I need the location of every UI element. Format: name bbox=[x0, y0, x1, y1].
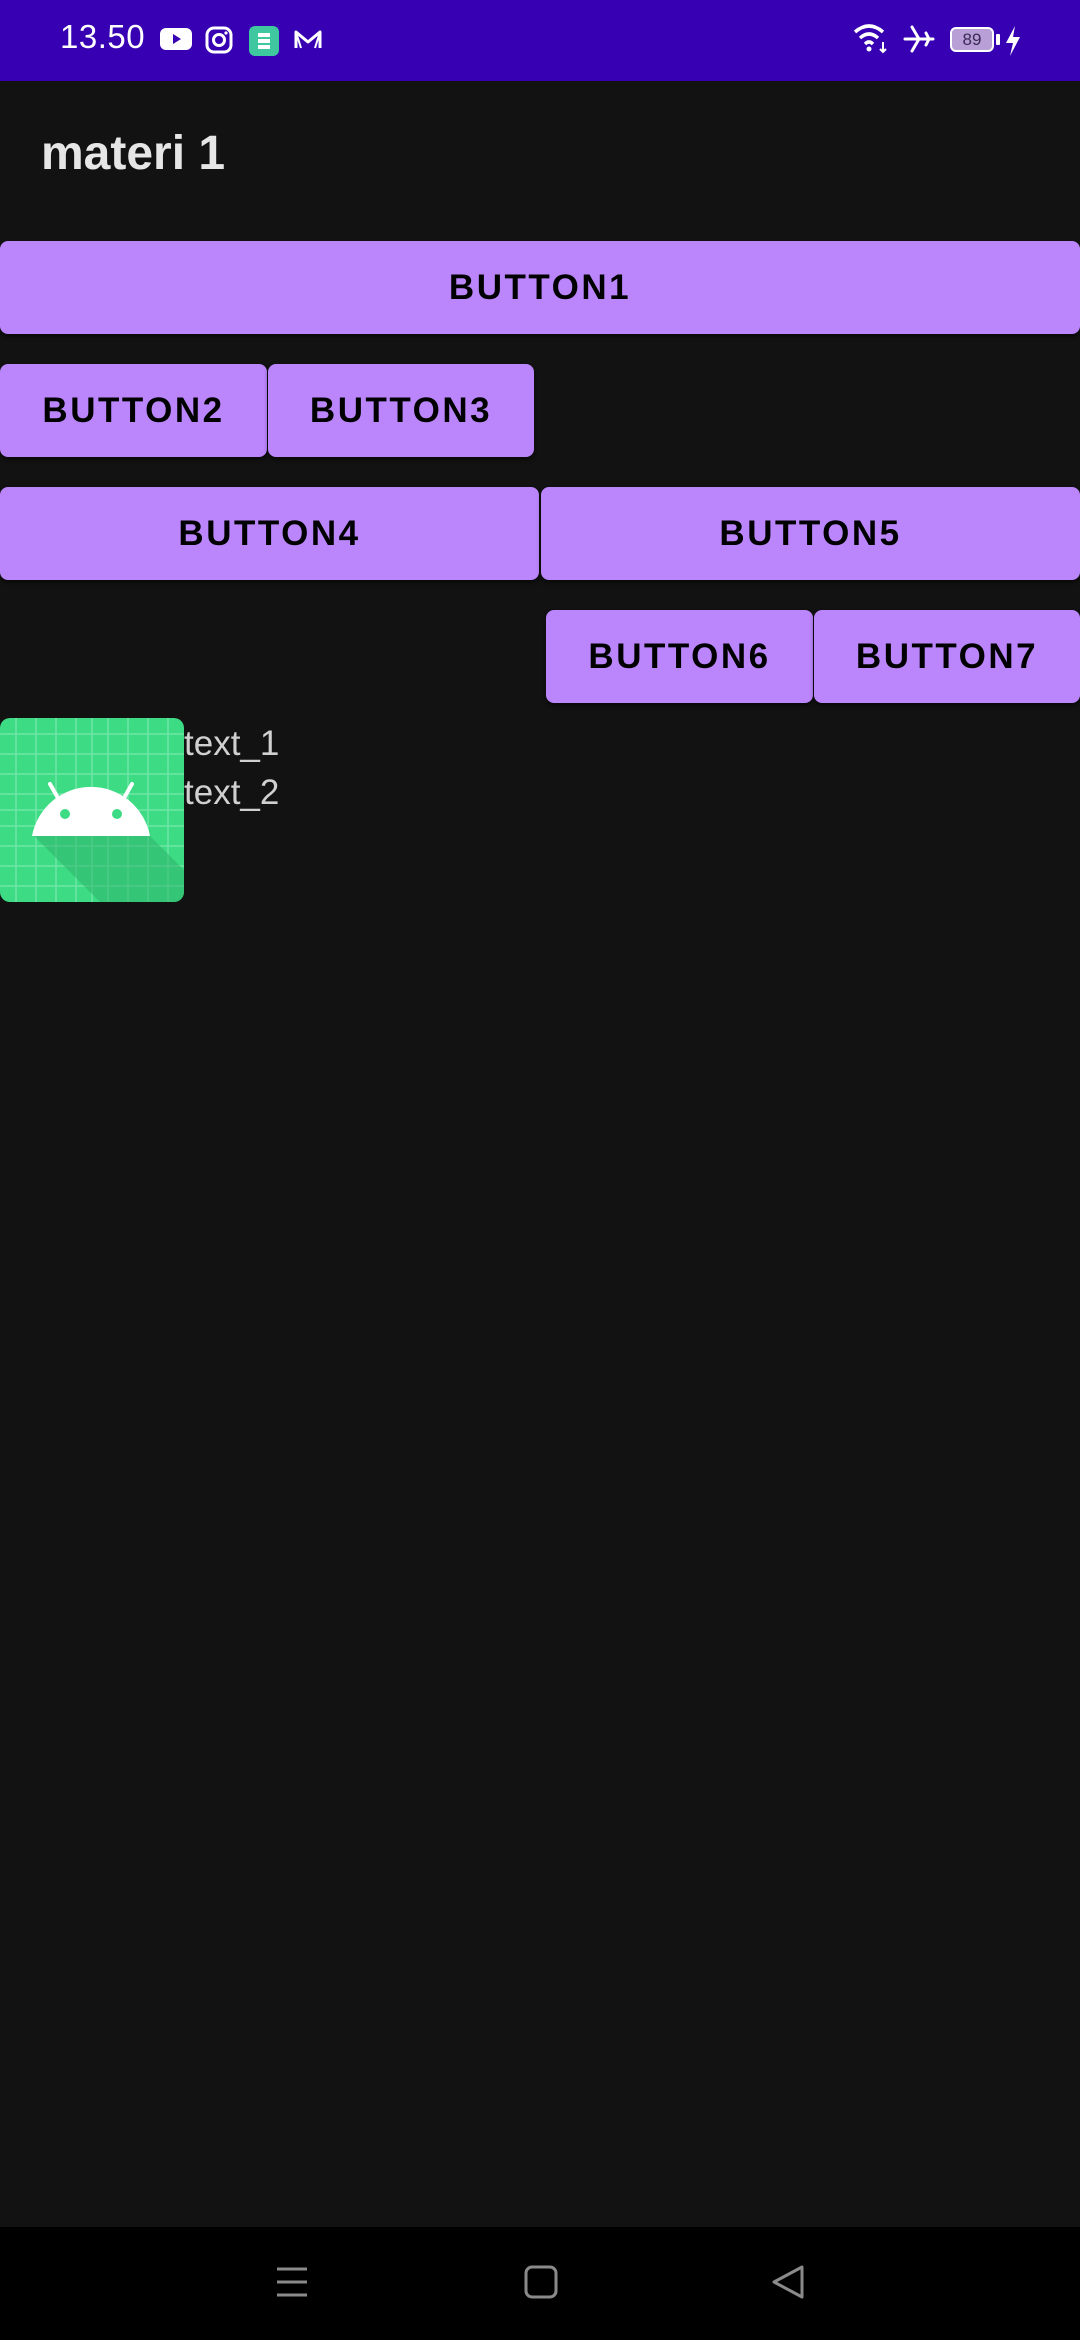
android-icon bbox=[0, 718, 184, 902]
airplane-icon bbox=[903, 25, 935, 53]
wifi-icon bbox=[853, 24, 887, 54]
navigation-bar bbox=[0, 2227, 1080, 2340]
battery-icon: 89 bbox=[950, 27, 994, 52]
battery-nub bbox=[996, 34, 1000, 45]
app-icon bbox=[249, 26, 279, 56]
button-2[interactable]: BUTTON2 bbox=[0, 364, 267, 457]
android-launcher-icon bbox=[0, 718, 184, 902]
instagram-icon bbox=[205, 26, 233, 54]
mail-icon bbox=[294, 30, 322, 49]
page-title: materi 1 bbox=[41, 127, 226, 180]
menu-icon[interactable] bbox=[275, 2257, 309, 2307]
charging-icon bbox=[1006, 26, 1020, 56]
status-bar: 13.50 89 bbox=[0, 0, 1080, 81]
back-icon[interactable] bbox=[770, 2257, 806, 2307]
button-1[interactable]: BUTTON1 bbox=[0, 241, 1080, 334]
status-time: 13.50 bbox=[60, 18, 146, 55]
youtube-icon bbox=[160, 28, 192, 50]
screen: 13.50 89 materi 1 BUTTON1 BUTTON2 BUTTON… bbox=[0, 0, 1080, 2340]
button-5[interactable]: BUTTON5 bbox=[541, 487, 1080, 580]
button-6[interactable]: BUTTON6 bbox=[546, 610, 813, 703]
battery-level: 89 bbox=[962, 30, 982, 49]
button-4[interactable]: BUTTON4 bbox=[0, 487, 539, 580]
text-1: text_1 bbox=[184, 724, 280, 763]
button-3[interactable]: BUTTON3 bbox=[268, 364, 534, 457]
text-2: text_2 bbox=[184, 773, 280, 812]
home-icon[interactable] bbox=[523, 2257, 559, 2307]
button-7[interactable]: BUTTON7 bbox=[814, 610, 1080, 703]
